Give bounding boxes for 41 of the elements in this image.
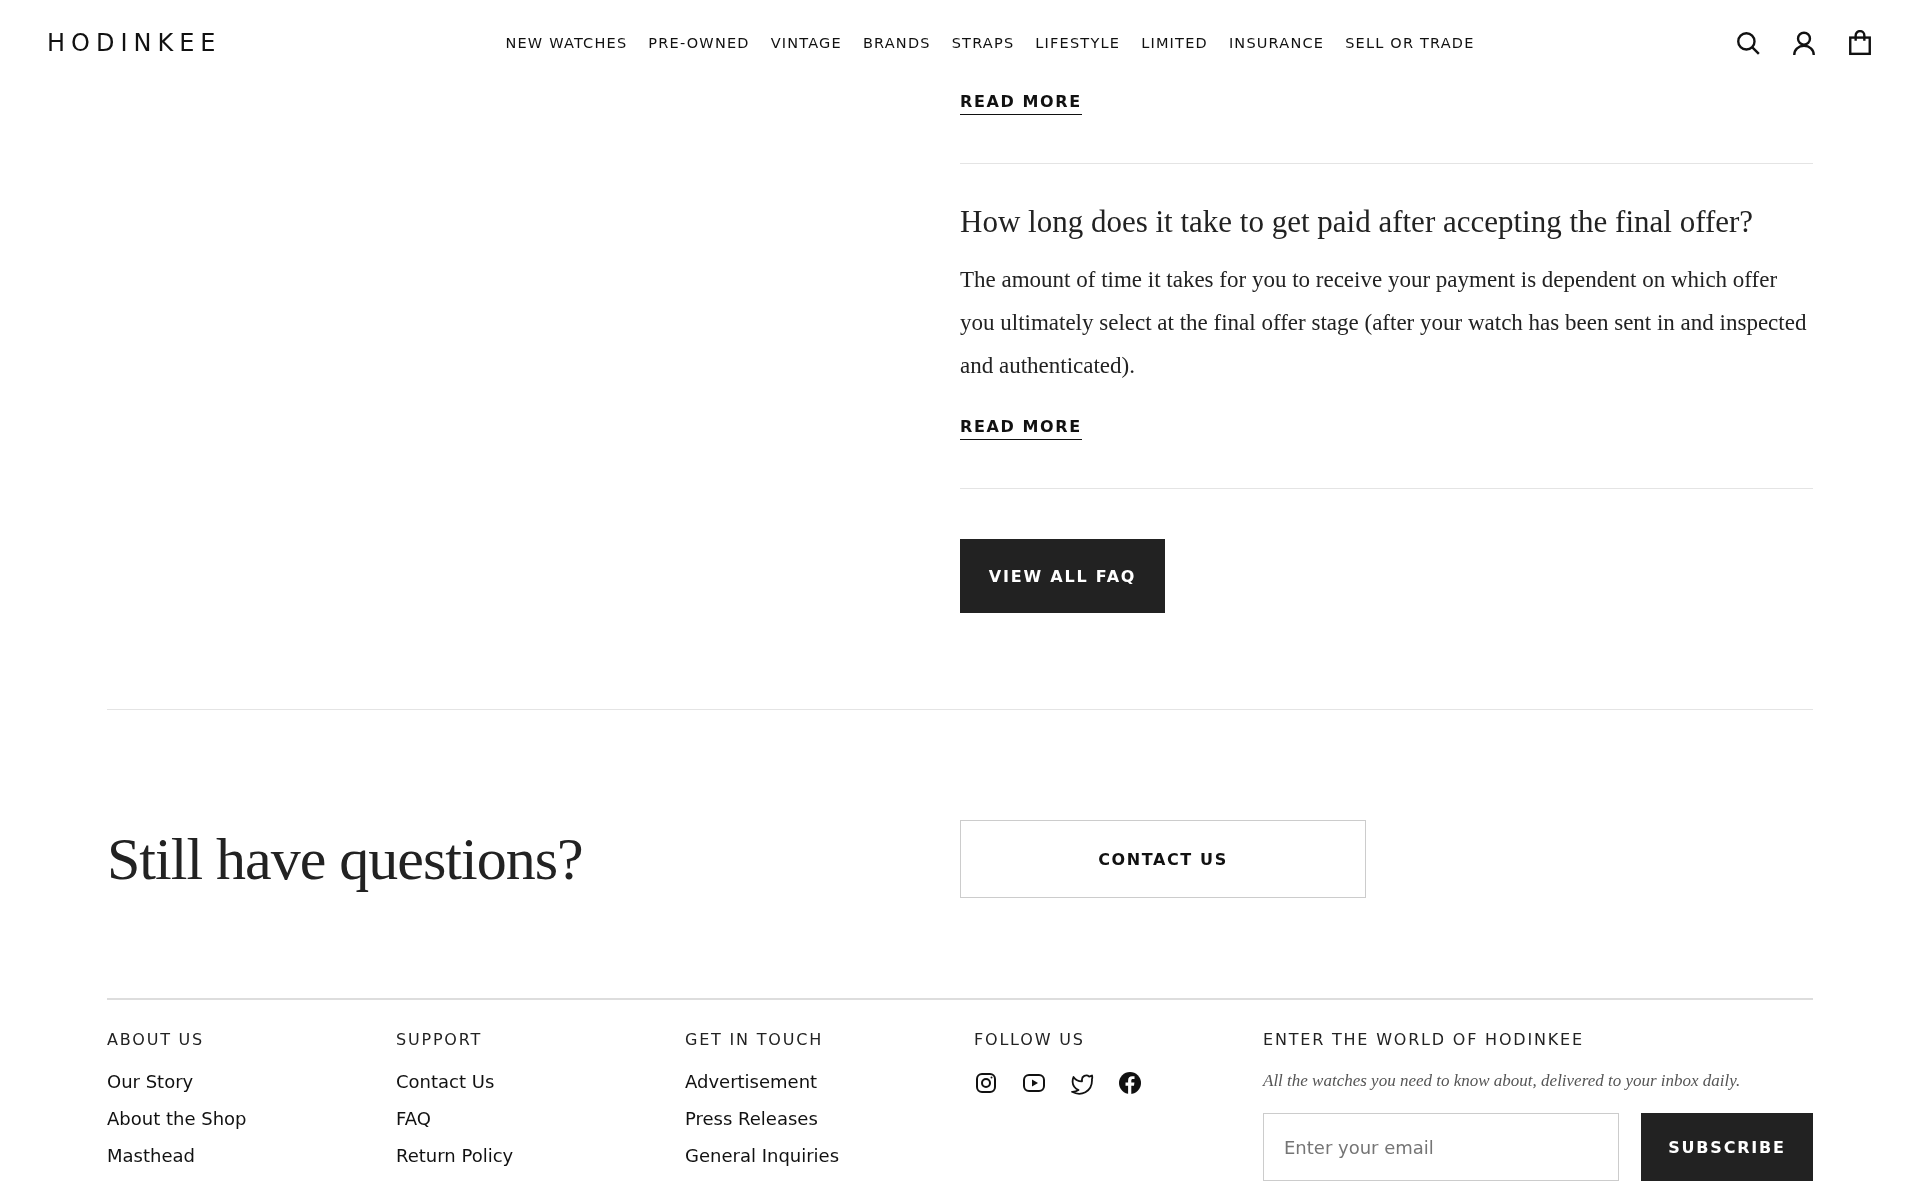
footer-link[interactable]: Return Policy (396, 1145, 685, 1166)
email-field[interactable]: Enter your email (1263, 1113, 1619, 1181)
account-icon[interactable] (1791, 30, 1817, 56)
nav-link[interactable]: PRE-OWNED (648, 35, 750, 51)
nav-link[interactable]: STRAPS (951, 35, 1015, 51)
footer-link[interactable]: About the Shop (107, 1108, 396, 1129)
footer-heading: SUPPORT (396, 1030, 484, 1049)
play-icon[interactable] (1022, 1071, 1046, 1095)
newsletter-heading: ENTER THE WORLD OF HODINKEE (1263, 1030, 1585, 1049)
footer-link[interactable]: FAQ (396, 1108, 685, 1129)
footer-link[interactable]: Our Story (107, 1071, 396, 1092)
nav-link[interactable]: NEW WATCHES (505, 35, 628, 51)
view-all-faq-button[interactable]: VIEW ALL FAQ (960, 539, 1165, 613)
footer-heading: GET IN TOUCH (685, 1030, 825, 1049)
contact-us-button[interactable]: CONTACT US (960, 820, 1366, 898)
footer-link[interactable]: Masthead (107, 1145, 396, 1166)
nav-link[interactable]: LIMITED (1141, 35, 1208, 51)
nav-link[interactable]: VINTAGE (770, 35, 842, 51)
nav-link[interactable]: INSURANCE (1228, 35, 1325, 51)
search-icon[interactable] (1735, 30, 1761, 56)
footer-heading: FOLLOW US (974, 1030, 1086, 1049)
nav-link[interactable]: BRANDS (862, 35, 931, 51)
f-circle-icon[interactable] (1118, 1071, 1142, 1095)
footer-link[interactable]: Advertisement (685, 1071, 974, 1092)
read-more-link[interactable]: READ MORE (960, 92, 1082, 115)
logo[interactable]: HODINKEE (47, 29, 347, 57)
footer-link[interactable]: General Inquiries (685, 1145, 974, 1166)
nav-link[interactable]: SELL OR TRADE (1345, 35, 1475, 51)
bag-icon[interactable] (1847, 30, 1873, 56)
camera-icon[interactable] (974, 1071, 998, 1095)
nav-link[interactable]: LIFESTYLE (1035, 35, 1121, 51)
faq-answer: The amount of time it takes for you to receive your payment is dependent on which offer you ultimately select at the final offer stage (after your watch has been sent in and inspected and authenticated). (960, 266, 1808, 380)
cta-heading: Still have questions? (107, 824, 584, 894)
newsletter-tagline: All the watches you need to know about, delivered to your inbox daily. (1263, 1071, 1742, 1091)
footer-link[interactable]: Contact Us (396, 1071, 685, 1092)
footer-link[interactable]: Press Releases (685, 1108, 974, 1129)
bird-icon[interactable] (1070, 1071, 1094, 1095)
subscribe-button[interactable]: SUBSCRIBE (1641, 1113, 1813, 1181)
faq-question: How long does it take to get paid after accepting the final offer? (960, 204, 1755, 240)
read-more-link[interactable]: READ MORE (960, 417, 1082, 440)
footer-heading: ABOUT US (107, 1030, 206, 1049)
